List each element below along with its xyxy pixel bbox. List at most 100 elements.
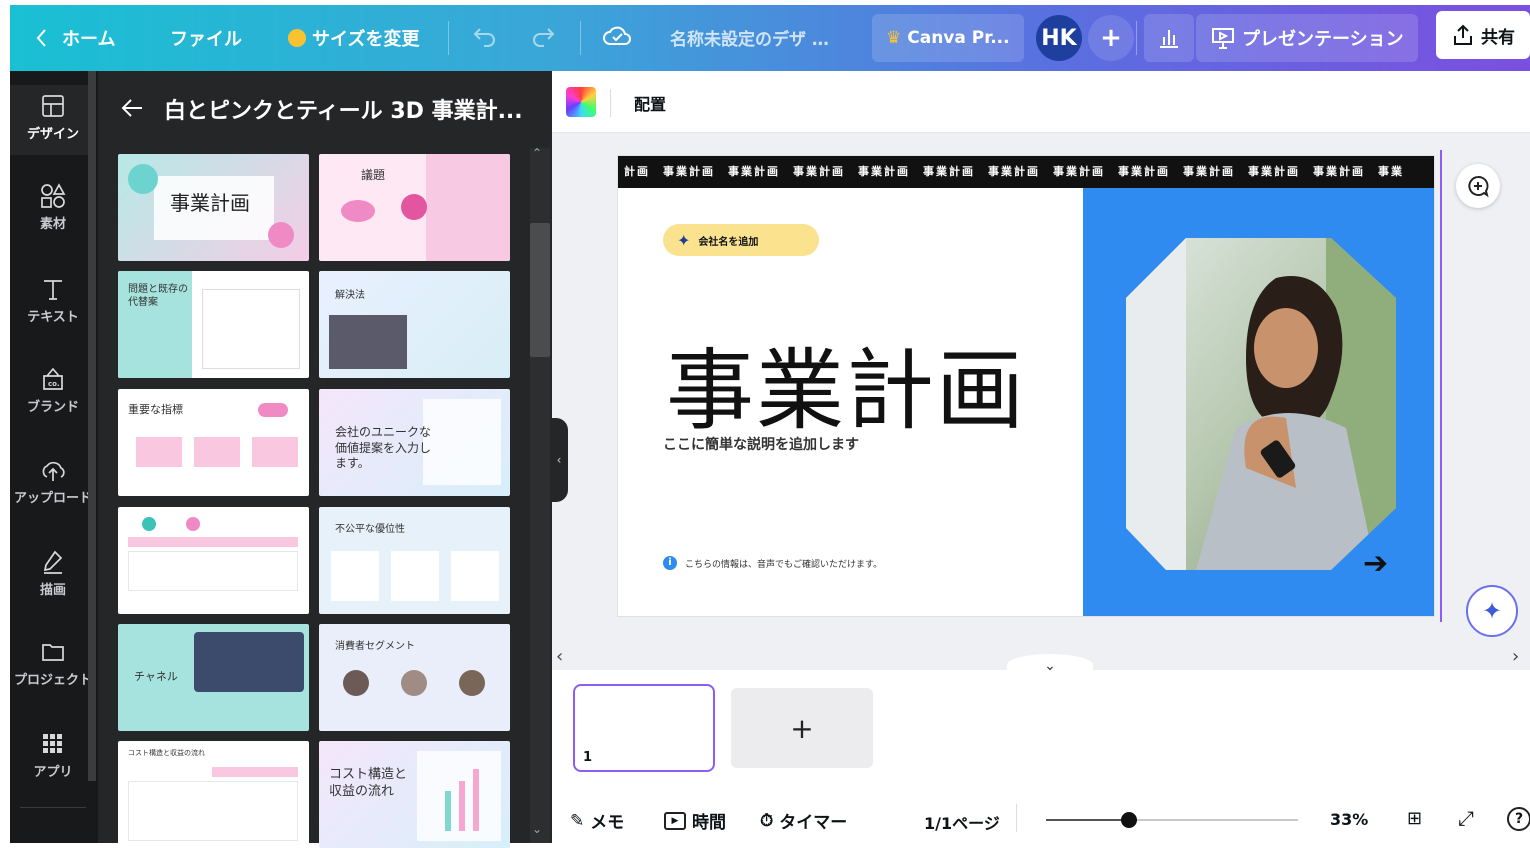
template-thumbnail[interactable]: 事業計画 [118,154,309,261]
resize-label: サイズを変更 [312,29,420,50]
template-thumbnail[interactable]: チャネル [118,624,309,731]
share-button[interactable]: 共有 [1436,11,1530,59]
share-icon [1454,24,1472,45]
notes-label: メモ [590,813,625,833]
chevron-left-icon [36,29,46,47]
slide[interactable]: 計画 事業計画 事業計画 事業計画 事業計画 事業計画 事業計画 事業計画 事業… [617,155,1435,617]
folder-icon [42,644,64,661]
company-badge[interactable]: ✦ 会社名を追加 [663,224,819,256]
info-note[interactable]: i こちらの情報は、音声でもご確認いただけます。 [663,556,882,570]
grid-icon: ⊞ [1407,808,1423,829]
rail-label: 描画 [39,583,66,598]
rail-item-projects[interactable]: プロジェクト [6,639,100,688]
thumbnail-title: 会社のユニークな価値提案を入力します。 [335,425,432,471]
notes-button[interactable]: ✎ メモ [570,808,625,834]
comment-add-icon [1468,176,1489,198]
template-thumbnail[interactable]: 消費者セグメント [319,624,510,731]
rail-item-apps[interactable]: アプリ [10,731,96,780]
slide-subtitle[interactable]: ここに簡単な説明を追加します [663,434,859,454]
position-button[interactable]: 配置 [634,91,666,115]
rail-scrollbar[interactable] [88,71,96,781]
template-thumbnail[interactable]: コスト構造と収益の流れ [118,741,309,848]
layout-icon [42,95,64,117]
zoom-slider-track[interactable] [1046,812,1298,828]
template-thumbnail[interactable]: 重要な指標 [118,389,309,496]
resize-button[interactable]: サイズを変更 [288,25,419,51]
canva-pro-label: Canva Pr... [907,28,1010,48]
crown-icon [288,29,306,47]
timer-button[interactable]: ⏱ タイマー [760,808,847,834]
redo-button[interactable] [530,25,556,47]
collapse-panel-handle[interactable]: ‹ [550,418,568,502]
presentation-icon [1212,28,1234,49]
help-button[interactable]: ? [1507,807,1530,831]
grid-view-button[interactable]: ⊞ [1407,808,1422,829]
rail-label: デザイン [26,127,79,142]
duration-button[interactable]: ▶ 時間 [664,808,726,833]
home-label: ホーム [62,29,116,50]
insights-button[interactable] [1144,14,1194,62]
thumbnail-title: コスト構造と収益の流れ [329,767,408,799]
thumbnail-title: 議題 [361,168,386,182]
scroll-left-icon[interactable]: ‹ [556,646,563,667]
add-page-button[interactable]: + [731,688,873,768]
plus-icon: + [1100,23,1122,53]
plus-icon: + [790,711,814,745]
info-text: こちらの情報は、音声でもご確認いただけます。 [685,559,883,570]
zoom-slider-handle[interactable] [1121,812,1137,828]
add-collaborator-button[interactable]: + [1088,15,1134,61]
magic-assistant-button[interactable]: ✦ [1466,585,1518,637]
help-icon: ? [1514,811,1524,827]
rail-label: 素材 [39,217,66,232]
undo-button[interactable] [472,25,498,47]
back-arrow-icon[interactable] [120,97,144,119]
page-thumbnail[interactable]: 1 [573,684,715,772]
collapse-pages-button[interactable]: ⌄ [1007,654,1093,676]
page-indicator[interactable]: 1/1ページ [924,810,1000,834]
rail-label: テキスト [27,310,79,325]
template-thumbnail[interactable]: 不公平な優位性 [319,507,510,614]
arrow-right-icon: ➔ [1363,546,1389,581]
fullscreen-button[interactable]: ⤢ [1458,806,1474,830]
template-thumbnail[interactable]: コスト構造と収益の流れ [319,741,510,848]
ticker-banner: 計画 事業計画 事業計画 事業計画 事業計画 事業計画 事業計画 事業計画 事業… [618,156,1434,188]
rail-item-brand[interactable]: co. ブランド [10,366,96,415]
svg-text:co.: co. [48,380,60,388]
template-thumbnail[interactable]: 解決法 [319,271,510,378]
draw-icon [43,550,63,574]
cloud-save-button[interactable] [602,23,632,49]
rail-item-elements[interactable]: 素材 [10,183,96,232]
page-strip: ⌄ 1 + [552,654,1530,790]
rail-item-draw[interactable]: 描画 [10,549,96,598]
apps-icon [43,734,62,753]
scroll-down-icon[interactable]: ⌄ [532,822,542,836]
rail-divider [20,807,86,808]
zoom-level[interactable]: 33% [1330,810,1368,829]
present-button[interactable]: プレゼンテーション [1196,14,1418,62]
slide-title[interactable]: 事業計画 [666,320,1026,447]
template-thumbnail[interactable] [118,507,309,614]
comment-button[interactable] [1456,164,1500,208]
rail-item-design[interactable]: デザイン [10,85,96,155]
rail-item-text[interactable]: テキスト [10,276,96,325]
design-name-field[interactable]: 名称未設定のデザ … [670,25,829,50]
home-button[interactable]: ホーム [34,25,115,51]
share-label: 共有 [1481,27,1515,48]
color-picker-button[interactable] [566,87,596,117]
template-thumbnail[interactable]: 会社のユニークな価値提案を入力します。 [319,389,510,496]
template-thumbnail[interactable]: 問題と既存の代替案 [118,271,309,378]
scroll-up-icon[interactable]: ⌃ [532,146,542,160]
thumbnail-title: チャネル [134,670,178,683]
canva-pro-button[interactable]: ♛ Canva Pr... [872,14,1024,62]
butterfly-logo-icon: ✦ [677,230,691,250]
side-navigation: デザイン 素材 テキスト co. ブランド アップロード 描画 プロジェクト ア… [10,71,98,843]
template-thumbnail[interactable]: 議題 [319,154,510,261]
file-label: ファイル [170,29,242,50]
rail-item-upload[interactable]: アップロード [6,457,100,506]
panel-scrollbar[interactable] [530,148,550,843]
scroll-right-icon[interactable]: › [1512,646,1519,667]
avatar: HK [1036,15,1082,61]
file-menu-button[interactable]: ファイル [170,25,242,51]
rail-label: アプリ [33,765,73,780]
account-avatar[interactable]: HK [1036,15,1082,61]
